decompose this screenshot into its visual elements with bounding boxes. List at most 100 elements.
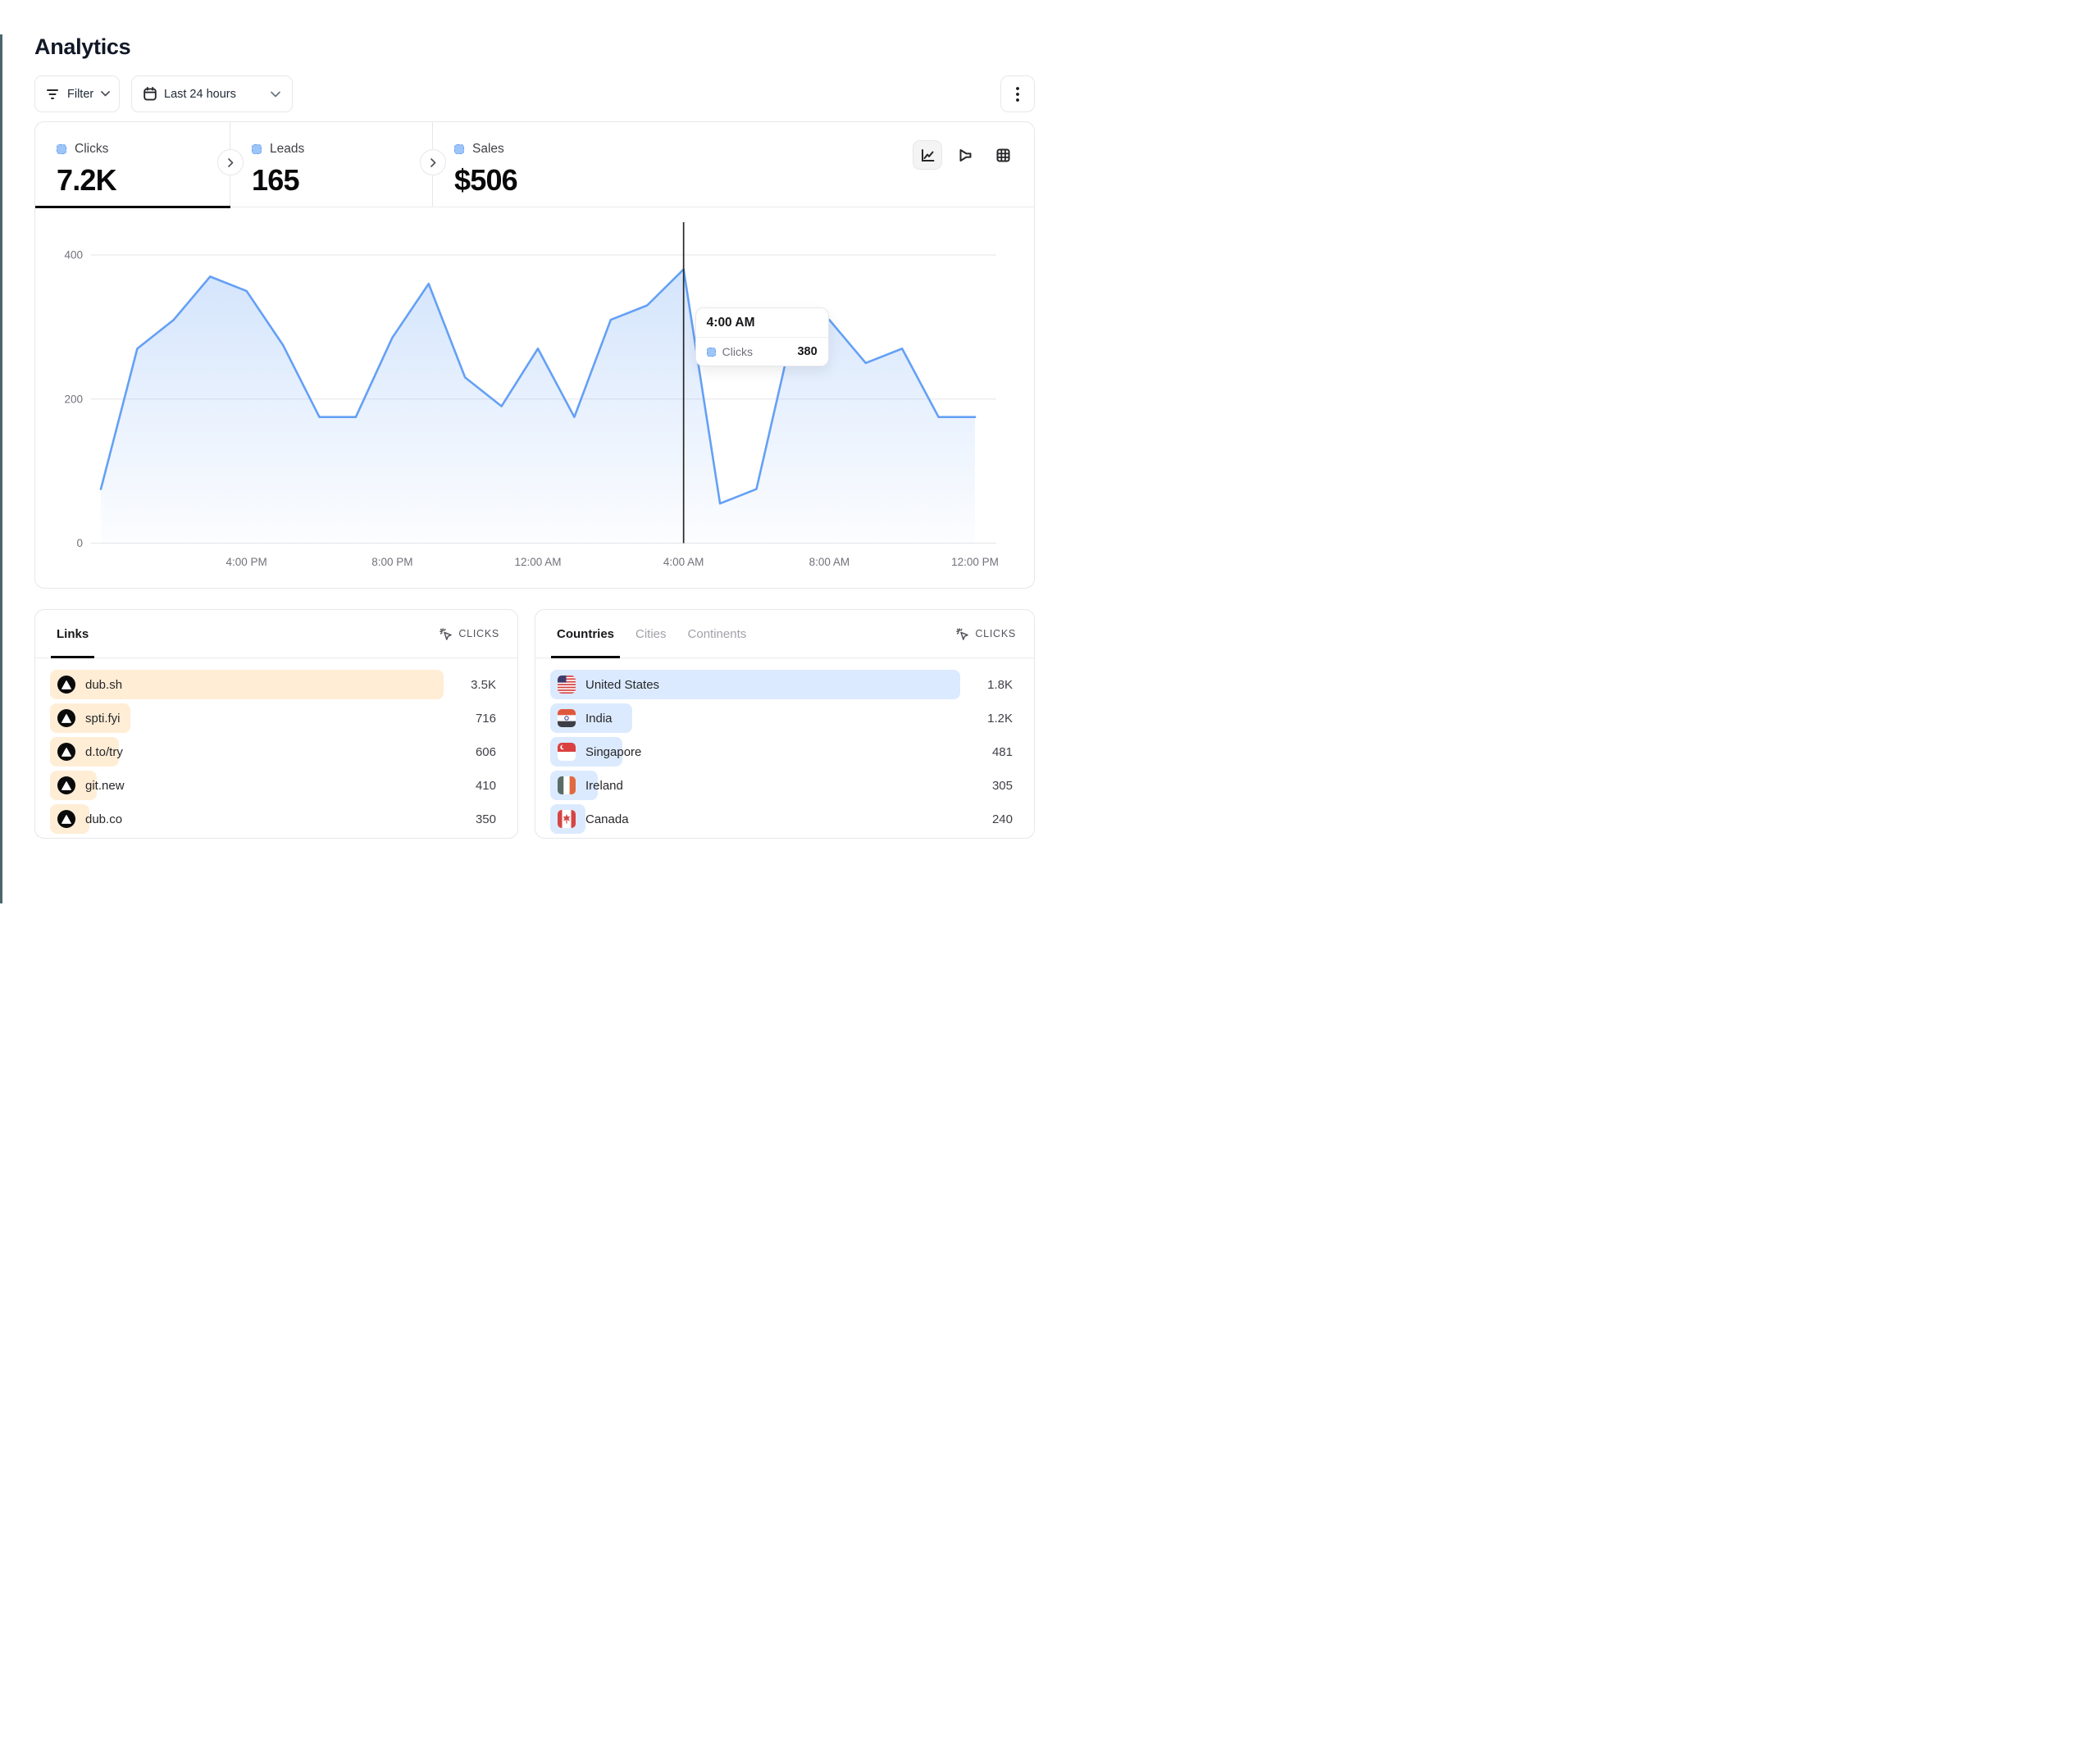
tooltip-series-label: Clicks (722, 345, 753, 358)
stat-tab-clicks[interactable]: Clicks 7.2K (35, 122, 230, 207)
link-label: git.new (85, 779, 125, 793)
page-title: Analytics (34, 34, 1050, 60)
country-clicks: 240 (960, 812, 1013, 826)
expand-leads-button[interactable] (420, 149, 446, 175)
link-clicks: 3.5K (444, 678, 496, 692)
geo-metric-selector[interactable]: CLICKS (955, 627, 1016, 641)
more-options-button[interactable] (1000, 75, 1035, 112)
left-edge-strip (0, 34, 2, 903)
svg-text:0: 0 (76, 537, 83, 549)
table-view-button[interactable] (988, 140, 1018, 170)
clicks-time-series-chart[interactable]: 02004004:00 PM8:00 PM12:00 AM4:00 AM8:00… (35, 211, 1034, 588)
tab-countries[interactable]: Countries (557, 610, 614, 657)
line-chart-view-button[interactable] (913, 140, 942, 170)
list-item[interactable]: dub.sh 3.5K (50, 670, 496, 699)
tab-links[interactable]: Links (57, 610, 89, 657)
link-clicks: 410 (444, 779, 496, 793)
list-item[interactable]: d.to/try 606 (50, 737, 496, 767)
list-item[interactable]: Singapore 481 (550, 737, 1013, 767)
tooltip-value: 380 (797, 345, 817, 358)
list-item[interactable]: India 1.2K (550, 703, 1013, 733)
filter-icon (47, 89, 60, 100)
svg-text:12:00 AM: 12:00 AM (514, 556, 561, 568)
stat-label: Leads (270, 142, 304, 157)
list-item[interactable]: spti.fyi 716 (50, 703, 496, 733)
tab-continents[interactable]: Continents (688, 610, 747, 657)
date-range-button[interactable]: Last 24 hours (131, 75, 293, 112)
expand-clicks-button[interactable] (217, 149, 244, 175)
tooltip-series-chip (707, 348, 716, 357)
link-label: dub.sh (85, 678, 122, 692)
links-metric-selector[interactable]: CLICKS (439, 627, 499, 641)
date-range-label: Last 24 hours (164, 88, 236, 101)
flag-canada-icon (558, 810, 576, 828)
clicks-legend-chip (57, 144, 66, 154)
svg-text:12:00 PM: 12:00 PM (951, 556, 999, 568)
stat-value: 7.2K (57, 163, 230, 198)
kebab-menu-icon (1016, 87, 1019, 102)
flag-us-icon (558, 676, 576, 694)
analytics-card: Clicks 7.2K Leads 165 Sales $506 (34, 121, 1035, 589)
links-metric-label: CLICKS (458, 628, 499, 639)
list-item[interactable]: Canada 240 (550, 804, 1013, 834)
link-label: d.to/try (85, 745, 123, 759)
sales-legend-chip (454, 144, 464, 154)
chart-view-toggle (913, 140, 1018, 170)
dub-logo-icon (57, 776, 75, 794)
chart-tooltip: 4:00 AM Clicks 380 (695, 307, 829, 366)
country-label: United States (585, 678, 659, 692)
country-label: Canada (585, 812, 629, 826)
dub-logo-icon (57, 709, 75, 727)
svg-text:4:00 AM: 4:00 AM (663, 556, 704, 568)
cursor-click-icon (955, 627, 969, 641)
link-clicks: 350 (444, 812, 496, 826)
country-label: Ireland (585, 779, 623, 793)
svg-text:8:00 PM: 8:00 PM (371, 556, 412, 568)
list-item[interactable]: dub.co 350 (50, 804, 496, 834)
funnel-view-button[interactable] (950, 140, 980, 170)
filter-label: Filter (67, 88, 93, 101)
stat-tab-leads[interactable]: Leads 165 (230, 122, 433, 207)
tab-cities[interactable]: Cities (635, 610, 667, 657)
chevron-down-icon (101, 91, 110, 97)
filter-button[interactable]: Filter (34, 75, 120, 112)
svg-text:400: 400 (64, 249, 83, 262)
links-panel: Links CLICKS dub.sh 3.5K (34, 609, 518, 839)
area-chart-canvas[interactable]: 02004004:00 PM8:00 PM12:00 AM4:00 AM8:00… (35, 211, 1034, 588)
flag-ireland-icon (558, 776, 576, 794)
links-list: dub.sh 3.5K spti.fyi 716 (35, 658, 517, 834)
country-label: Singapore (585, 745, 641, 759)
countries-list: United States 1.8K India 1.2K (535, 658, 1034, 834)
country-clicks: 481 (960, 745, 1013, 759)
geo-metric-label: CLICKS (975, 628, 1016, 639)
flag-singapore-icon (558, 743, 576, 761)
stat-label: Clicks (75, 142, 108, 157)
dub-logo-icon (57, 676, 75, 694)
country-clicks: 1.8K (960, 678, 1013, 692)
stat-label: Sales (472, 142, 504, 157)
calendar-icon (143, 87, 157, 101)
flag-india-icon (558, 709, 576, 727)
list-item[interactable]: git.new 410 (50, 771, 496, 800)
dub-logo-icon (57, 810, 75, 828)
svg-text:4:00 PM: 4:00 PM (226, 556, 267, 568)
list-item[interactable]: Ireland 305 (550, 771, 1013, 800)
cursor-click-icon (439, 627, 453, 641)
geo-panel: Countries Cities Continents CLICKS Unite… (535, 609, 1035, 839)
link-clicks: 606 (444, 745, 496, 759)
tooltip-time: 4:00 AM (696, 308, 828, 338)
line-chart-icon (920, 148, 936, 163)
country-clicks: 305 (960, 779, 1013, 793)
active-stat-underline (35, 206, 230, 208)
funnel-icon (958, 148, 973, 163)
stats-row: Clicks 7.2K Leads 165 Sales $506 (35, 122, 1034, 207)
link-clicks: 716 (444, 712, 496, 726)
country-clicks: 1.2K (960, 712, 1013, 726)
link-label: dub.co (85, 812, 122, 826)
toolbar: Filter Last 24 hours (34, 75, 1035, 112)
list-item[interactable]: United States 1.8K (550, 670, 1013, 699)
stat-value: 165 (252, 163, 432, 198)
chevron-right-icon (430, 158, 436, 167)
chevron-right-icon (228, 158, 234, 167)
svg-text:8:00 AM: 8:00 AM (809, 556, 850, 568)
